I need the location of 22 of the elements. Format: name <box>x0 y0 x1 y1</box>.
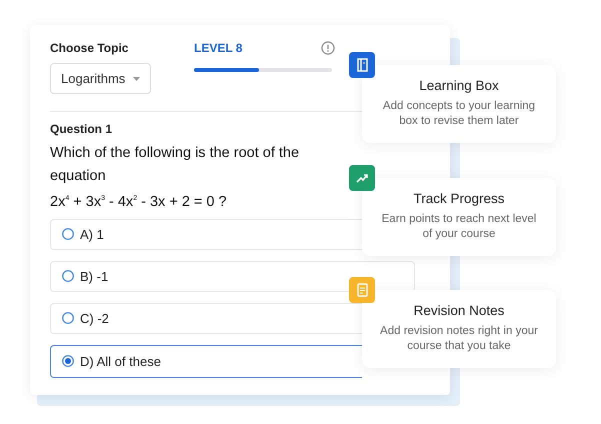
feature-title: Learning Box <box>419 78 499 93</box>
radio-button[interactable] <box>62 270 74 282</box>
caret-icon <box>133 76 140 80</box>
question-text: Which of the following is the root of the equation <box>50 144 300 186</box>
feature-title: Track Progress <box>413 191 505 206</box>
answer-option[interactable]: D) All of these <box>50 344 362 378</box>
question-number: Question 1 <box>50 122 114 136</box>
feature-description: Add concepts to your learning box to revise them later <box>382 99 536 129</box>
answer-option[interactable]: B) -1 <box>50 260 415 292</box>
feature-title: Revision Notes <box>414 303 504 318</box>
level-label: LEVEL 8 <box>194 41 242 55</box>
feature-description: Earn points to reach next level of your course <box>380 212 538 242</box>
radio-button[interactable] <box>62 228 74 240</box>
topic-label: Choose Topic <box>50 41 130 55</box>
radio-button[interactable] <box>62 312 74 324</box>
topic-dropdown[interactable]: Logarithms <box>50 63 152 94</box>
feature-description: Add revision notes right in your course that you take <box>379 324 539 354</box>
answer-option[interactable]: C) -2 <box>50 302 362 334</box>
radio-button[interactable] <box>62 355 74 368</box>
answer-option[interactable]: A) 1 <box>50 218 362 250</box>
equation: 2x$^{4}$ + 3x$^{3}$ - 4x$^{2}$ - 3x + 2 = 0 ? <box>50 192 227 212</box>
info-icon[interactable] <box>321 41 335 55</box>
